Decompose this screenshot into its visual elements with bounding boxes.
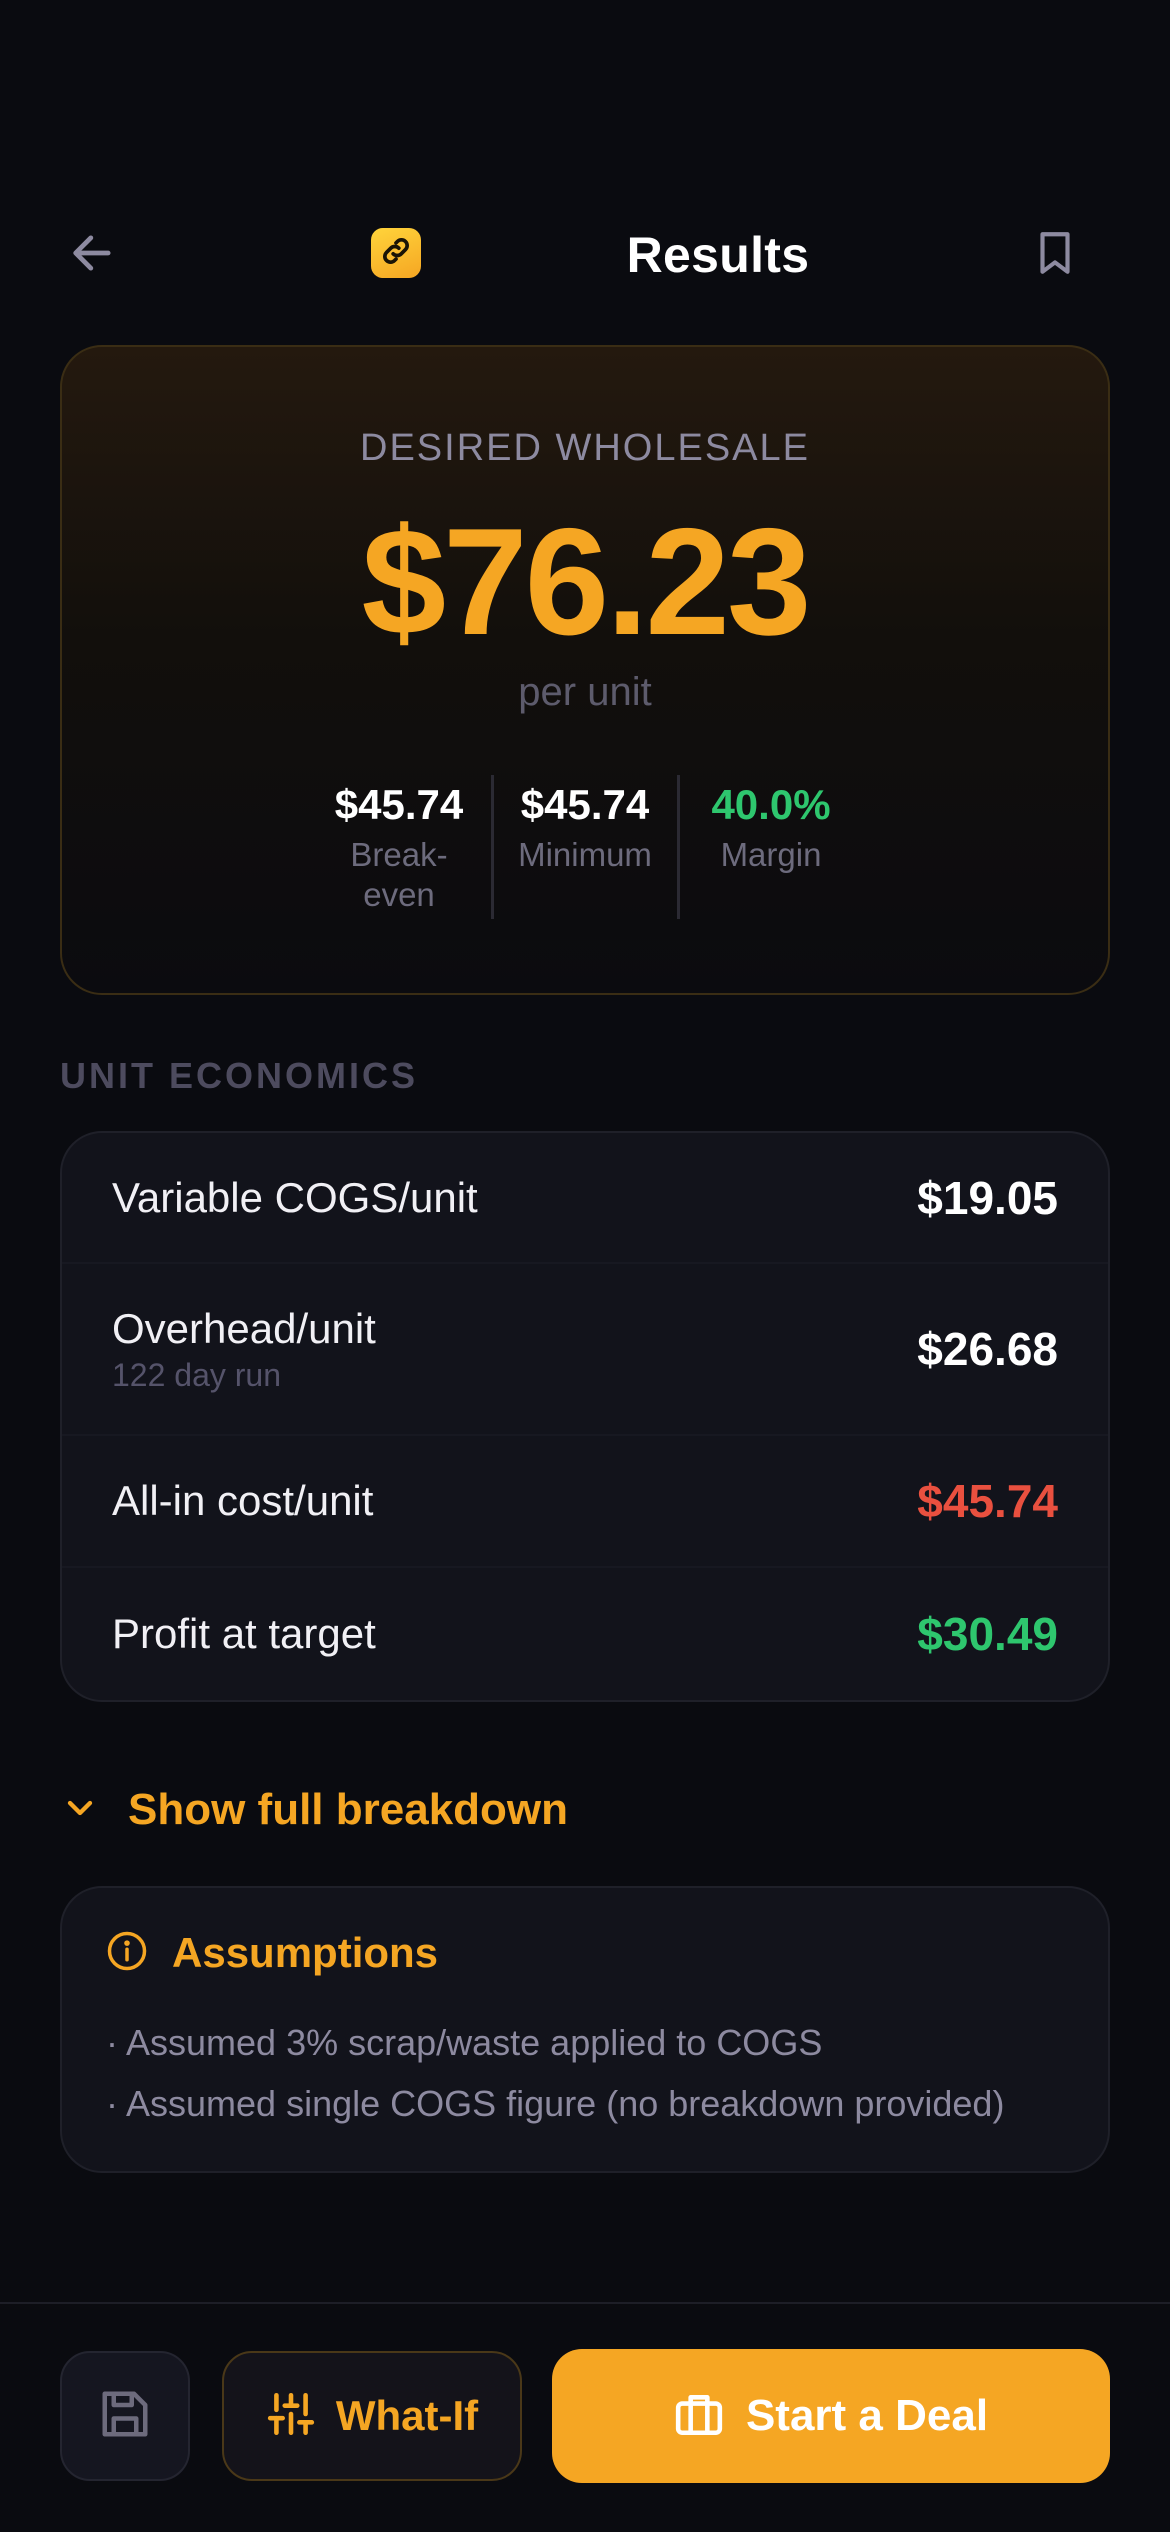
assumptions-list: · Assumed 3% scrap/waste applied to COGS…: [106, 2012, 1004, 2134]
row-label: Variable COGS/unit: [112, 1173, 478, 1221]
row-value: $26.68: [917, 1323, 1058, 1375]
page-title: Results: [626, 227, 810, 283]
stat-value: $45.74: [334, 781, 464, 828]
row-label: All-in cost/unit: [112, 1477, 374, 1524]
list-item: Variable COGS/unit $19.05: [62, 1133, 1108, 1264]
show-breakdown-toggle[interactable]: Show full breakdown: [60, 1785, 568, 1835]
back-button[interactable]: [60, 222, 126, 288]
briefcase-icon: [674, 2389, 724, 2444]
list-item: · Assumed single COGS figure (no breakdo…: [106, 2083, 1005, 2124]
save-icon: [98, 2387, 152, 2446]
list-item: · Assumed 3% scrap/waste applied to COGS: [106, 2022, 823, 2063]
row-label: Profit at target: [112, 1610, 376, 1657]
stat-label: Minimum: [518, 836, 652, 873]
row-value: $19.05: [917, 1171, 1058, 1224]
stat-value: 40.0%: [711, 781, 831, 828]
assumptions-header: Assumptions: [106, 1929, 438, 1977]
link-icon: [379, 234, 413, 273]
start-deal-button[interactable]: Start a Deal: [552, 2349, 1110, 2483]
row-label: Overhead/unit: [112, 1305, 376, 1352]
info-icon: [106, 1930, 148, 1977]
app-logo: [371, 228, 421, 278]
row-value: $30.49: [917, 1608, 1058, 1660]
stat-minimum: $45.74 Minimum: [494, 775, 677, 919]
bookmark-button[interactable]: [1022, 222, 1088, 288]
hero-unit: per unit: [518, 670, 652, 714]
hero-label: DESIRED WHOLESALE: [360, 427, 810, 469]
bottom-bar-divider: [0, 2302, 1170, 2304]
chevron-down-icon: [60, 1788, 100, 1833]
assumptions-card: Assumptions · Assumed 3% scrap/waste app…: [60, 1886, 1110, 2173]
stat-label: Margin: [720, 836, 822, 873]
save-button[interactable]: [60, 2351, 190, 2481]
stat-value: $45.74: [520, 781, 650, 828]
section-title-unit-economics: UNIT ECONOMICS: [60, 1055, 419, 1096]
what-if-button[interactable]: What-If: [222, 2351, 522, 2481]
row-sublabel: 122 day run: [112, 1357, 282, 1393]
breakdown-toggle-label: Show full breakdown: [128, 1785, 569, 1834]
list-item: All-in cost/unit $45.74: [62, 1436, 1108, 1568]
sliders-icon: [266, 2389, 316, 2444]
list-item: Overhead/unit 122 day run $26.68: [62, 1264, 1108, 1436]
start-deal-label: Start a Deal: [745, 2391, 989, 2440]
row-text: Overhead/unit 122 day run: [112, 1303, 376, 1395]
unit-economics-card: Variable COGS/unit $19.05 Overhead/unit …: [60, 1131, 1110, 1702]
desired-wholesale-card: DESIRED WHOLESALE $76.23 per unit $45.74…: [60, 345, 1110, 995]
assumptions-title: Assumptions: [172, 1929, 439, 1976]
row-value: $45.74: [917, 1475, 1058, 1527]
hero-price: $76.23: [361, 497, 812, 667]
what-if-label: What-If: [335, 2392, 479, 2439]
list-item: Profit at target $30.49: [62, 1568, 1108, 1700]
stat-label: Break-even: [350, 836, 448, 913]
stat-margin: 40.0% Margin: [680, 775, 863, 919]
bookmark-icon: [1030, 224, 1080, 287]
arrow-left-icon: [67, 227, 119, 284]
hero-stats: $45.74 Break-even $45.74 Minimum 40.0% M…: [62, 775, 1108, 919]
stat-break-even: $45.74 Break-even: [308, 775, 491, 919]
